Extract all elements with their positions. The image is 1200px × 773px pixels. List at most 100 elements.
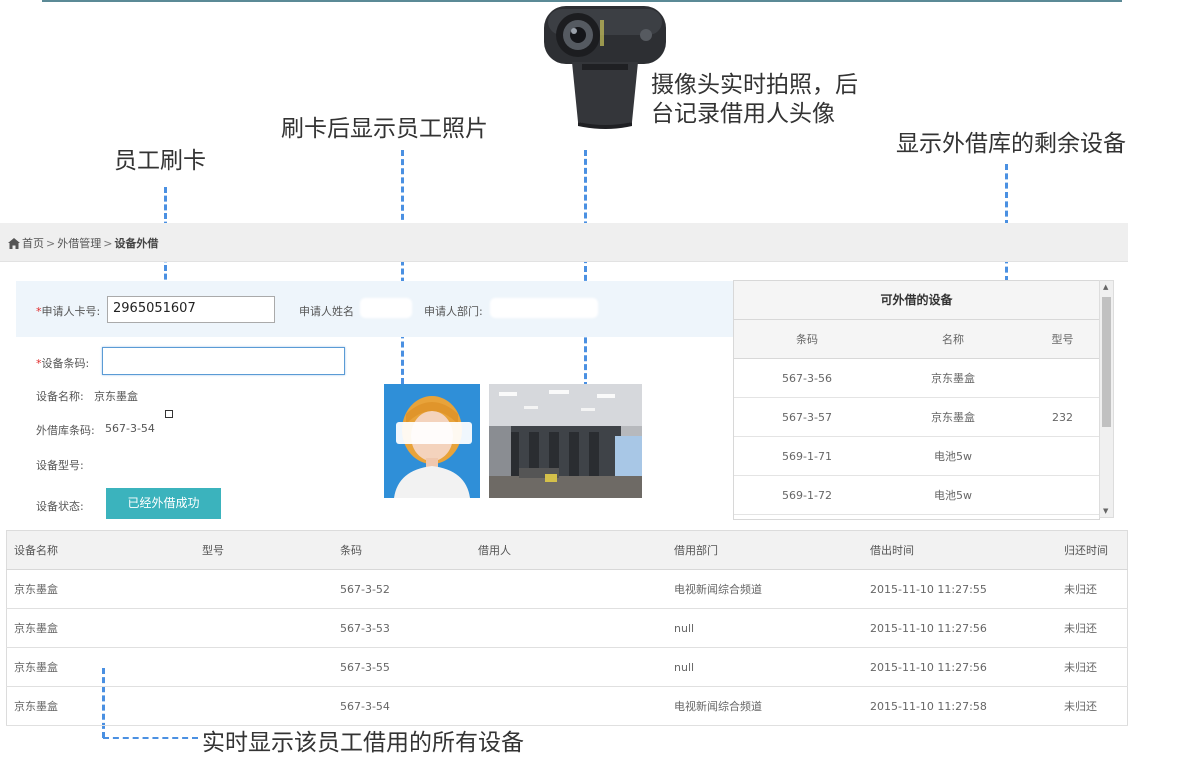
cell-barcode: 567-3-55 <box>333 647 471 687</box>
barcode-label-text: 设备条码: <box>41 357 90 370</box>
cell-name: 京东墨盒 <box>880 397 1026 437</box>
scroll-up-icon[interactable]: ▲ <box>1103 283 1108 291</box>
barcode-label: *设备条码: <box>36 355 89 371</box>
card-number-input[interactable]: 2965051607 <box>107 296 275 323</box>
cell-device-name: 京东墨盒 <box>6 569 195 609</box>
borrowed-header-row: 设备名称 型号 条码 借用人 借用部门 借出时间 归还时间 <box>6 530 1128 570</box>
cell-name: 电池5w <box>880 436 1026 476</box>
small-checkbox[interactable] <box>165 410 173 418</box>
cell-borrower <box>471 647 667 687</box>
available-scrollbar[interactable]: ▲ ▼ <box>1099 280 1114 518</box>
available-devices-title: 可外借的设备 <box>734 281 1099 320</box>
cell-model <box>195 569 333 609</box>
scrollbar-thumb[interactable] <box>1102 297 1111 427</box>
cell-borrower <box>471 608 667 648</box>
cell-return-time: 未归还 <box>1057 608 1128 648</box>
camera-snapshot-image <box>489 384 642 498</box>
top-rule <box>42 0 1122 2</box>
device-model-label: 设备型号: <box>36 459 84 472</box>
available-col-name: 名称 <box>880 320 1026 359</box>
cell-barcode: 569-1-72 <box>734 475 880 515</box>
cell-device-name: 京东墨盒 <box>6 686 195 726</box>
table-row[interactable]: 569-1-71 电池5w <box>734 436 1099 476</box>
cell-model <box>195 608 333 648</box>
breadcrumb-sep: > <box>46 236 56 250</box>
cell-name: 京东墨盒 <box>880 358 1026 398</box>
breadcrumb-sep: > <box>103 236 113 250</box>
cell-barcode: 567-3-56 <box>734 358 880 398</box>
cell-return-time: 未归还 <box>1057 686 1128 726</box>
cell-borrow-time: 2015-11-10 11:27:55 <box>863 569 1057 609</box>
borrowed-devices-table: 设备名称 型号 条码 借用人 借用部门 借出时间 归还时间 京东墨盒 567-3… <box>6 530 1128 726</box>
borrowed-col-device-name: 设备名称 <box>6 530 195 570</box>
breadcrumb: 首页 > 外借管理 > 设备外借 <box>8 235 158 251</box>
annotation-swipe: 员工刷卡 <box>114 148 206 174</box>
status-button[interactable]: 已经外借成功 <box>106 488 221 519</box>
cell-borrower <box>471 569 667 609</box>
applicant-name-label: 申请人姓名 <box>299 305 354 318</box>
device-name-label: 设备名称: <box>36 390 84 403</box>
cell-dept: null <box>667 608 863 648</box>
borrowed-col-barcode: 条码 <box>333 530 471 570</box>
cell-dept: 电视新闻综合频道 <box>667 686 863 726</box>
cell-device-name: 京东墨盒 <box>6 647 195 687</box>
borrowed-col-return-time: 归还时间 <box>1057 530 1128 570</box>
available-col-model: 型号 <box>1026 320 1099 359</box>
cell-barcode: 569-1-71 <box>734 436 880 476</box>
cell-borrow-time: 2015-11-10 11:27:56 <box>863 608 1057 648</box>
scroll-down-icon[interactable]: ▼ <box>1103 507 1108 515</box>
available-col-barcode: 条码 <box>734 320 880 359</box>
breadcrumb-loan-management[interactable]: 外借管理 <box>57 235 101 251</box>
connector-all-devices-h <box>103 737 198 739</box>
cell-borrower <box>471 686 667 726</box>
home-icon <box>8 237 20 249</box>
annotation-all-devices: 实时显示该员工借用的所有设备 <box>202 730 524 756</box>
borrowed-col-borrower: 借用人 <box>471 530 667 570</box>
cell-borrow-time: 2015-11-10 11:27:56 <box>863 647 1057 687</box>
cell-barcode: 567-3-52 <box>333 569 471 609</box>
table-row[interactable]: 京东墨盒 567-3-54 电视新闻综合频道 2015-11-10 11:27:… <box>6 686 1128 726</box>
redacted-name <box>360 298 412 318</box>
annotation-camera-line2: 台记录借用人头像 <box>651 101 835 127</box>
card-number-label-text: 申请人卡号: <box>41 305 101 318</box>
cell-barcode: 567-3-53 <box>333 608 471 648</box>
connector-photo <box>401 150 404 384</box>
cell-dept: 电视新闻综合频道 <box>667 569 863 609</box>
barcode-input[interactable] <box>102 347 345 375</box>
cell-model <box>1026 436 1099 476</box>
borrowed-col-borrow-time: 借出时间 <box>863 530 1057 570</box>
table-row[interactable]: 569-1-72 电池5w <box>734 475 1099 515</box>
employee-photo <box>384 384 480 498</box>
device-name-value: 京东墨盒 <box>94 390 138 403</box>
cell-barcode: 567-3-57 <box>734 397 880 437</box>
cell-model <box>195 686 333 726</box>
available-devices-panel: 可外借的设备 条码 名称 型号 567-3-56 京东墨盒 567-3-57 京… <box>733 280 1100 520</box>
annotation-photo: 刷卡后显示员工照片 <box>281 116 488 142</box>
loan-barcode-label: 外借库条码: <box>36 424 95 437</box>
table-row[interactable]: 567-3-57 京东墨盒 232 <box>734 397 1099 437</box>
breadcrumb-current: 设备外借 <box>114 237 159 250</box>
cell-model <box>1026 358 1099 398</box>
table-row[interactable]: 京东墨盒 567-3-55 null 2015-11-10 11:27:56 未… <box>6 647 1128 687</box>
table-row[interactable]: 京东墨盒 567-3-52 电视新闻综合频道 2015-11-10 11:27:… <box>6 569 1128 609</box>
breadcrumb-bar <box>0 223 1128 262</box>
cell-model: 232 <box>1026 397 1099 437</box>
cell-dept: null <box>667 647 863 687</box>
cell-return-time: 未归还 <box>1057 569 1128 609</box>
borrowed-col-model: 型号 <box>195 530 333 570</box>
cell-return-time: 未归还 <box>1057 647 1128 687</box>
available-header-row: 条码 名称 型号 <box>734 320 1099 359</box>
borrowed-col-dept: 借用部门 <box>667 530 863 570</box>
table-row[interactable]: 京东墨盒 567-3-53 null 2015-11-10 11:27:56 未… <box>6 608 1128 648</box>
cell-model <box>1026 475 1099 515</box>
annotation-camera-line1: 摄像头实时拍照，后 <box>651 72 858 98</box>
card-number-label: *申请人卡号: <box>36 303 100 319</box>
annotation-remaining: 显示外借库的剩余设备 <box>896 131 1126 157</box>
device-status-label: 设备状态: <box>36 500 84 513</box>
employee-portrait-image <box>384 384 480 498</box>
breadcrumb-home[interactable]: 首页 <box>22 235 44 251</box>
table-row[interactable]: 567-3-56 京东墨盒 <box>734 358 1099 398</box>
cell-name: 电池5w <box>880 475 1026 515</box>
cell-model <box>195 647 333 687</box>
redacted-dept <box>490 298 598 318</box>
